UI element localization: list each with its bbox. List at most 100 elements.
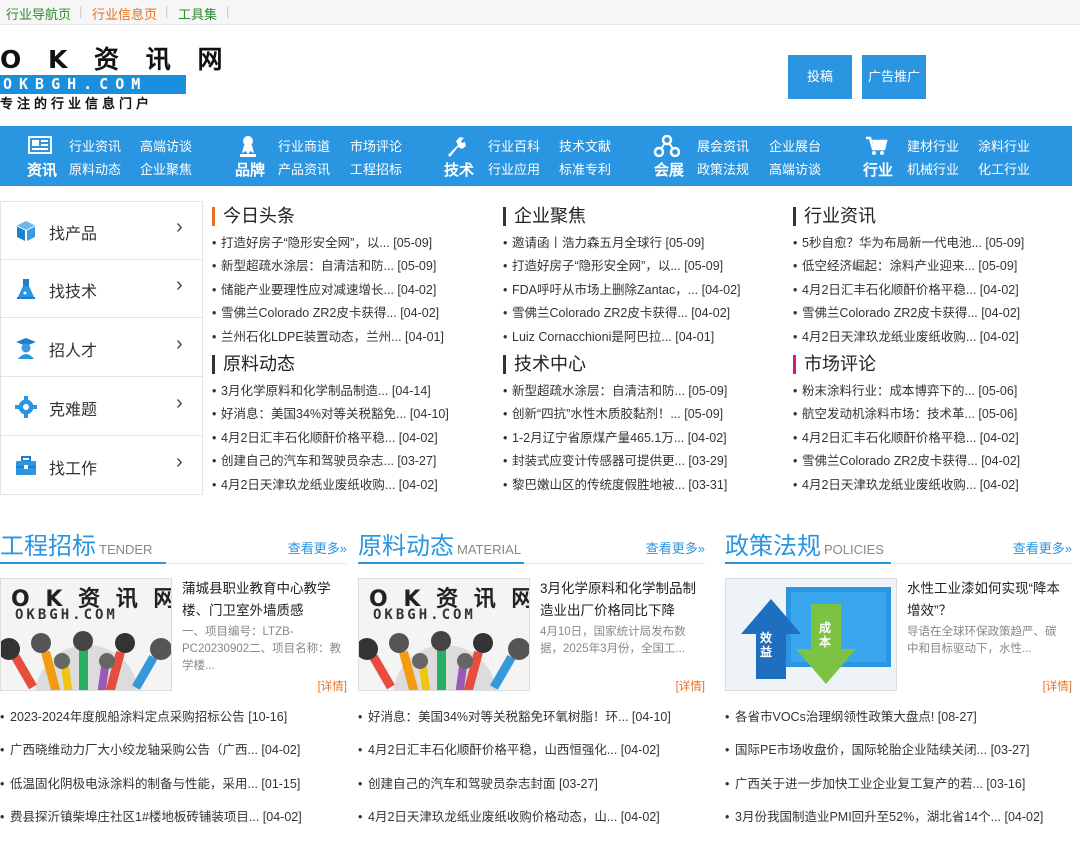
sidebar-item-find-job[interactable]: 找工作 › [1,437,202,495]
news-item[interactable]: FDA呼吁从市场上删除Zantac，... [04-02] [503,279,773,302]
news-item[interactable]: 雪佛兰Colorado ZR2皮卡获得... [04-02] [793,302,1063,325]
list-item[interactable]: 4月2日天津玖龙纸业废纸收购价格动态，山... [04-02] [358,807,705,840]
submit-article-button[interactable]: 投稿 [788,55,852,99]
news-item[interactable]: 1-2月辽宁省原煤产量465.1万... [04-02] [503,427,773,450]
news-item[interactable]: 3月化学原料和化学制品制造... [04-14] [212,380,482,403]
top-link-industry-info[interactable]: 行业信息页 [92,4,157,23]
news-item[interactable]: 雪佛兰Colorado ZR2皮卡获得... [04-02] [212,302,482,325]
sidebar-item-find-tech[interactable]: 找技术 › [1,260,202,318]
news-item[interactable]: 低空经济崛起：涂料产业迎来... [05-09] [793,255,1063,278]
nav-category[interactable]: 会展 [652,159,686,180]
news-item[interactable]: 航空发动机涂料市场：技术革... [05-06] [793,403,1063,426]
sidebar-item-find-product[interactable]: 找产品 › [1,202,202,260]
advertise-button[interactable]: 广告推广 [862,55,926,99]
news-item[interactable]: Luiz Cornacchioni是阿巴拉... [04-01] [503,326,773,349]
list-item[interactable]: 各省市VOCs治理纲领性政策大盘点! [08-27] [725,707,1072,740]
list-item[interactable]: 低温固化阴极电泳涂料的制备与性能，采用... [01-15] [0,774,347,807]
section-title[interactable]: 工程招标 TENDER [0,526,152,561]
top-link-tools[interactable]: 工具集 [178,4,217,23]
news-item[interactable]: 雪佛兰Colorado ZR2皮卡获得... [04-02] [503,302,773,325]
news-block-title[interactable]: 技术中心 [503,353,773,375]
news-item[interactable]: 黎巴嫩山区的传统度假胜地被... [03-31] [503,474,773,497]
nav-item[interactable]: 工程招标 [350,159,402,178]
sidebar-item-solve-problem[interactable]: 克难题 › [1,378,202,436]
list-item[interactable]: 3月份我国制造业PMI回升至52%，湖北省14个... [04-02] [725,807,1072,840]
news-item[interactable]: 创新“四抗”水性木质胶黏剂！... [05-09] [503,403,773,426]
nav-item[interactable]: 标准专利 [559,159,611,178]
featured-thumbnail[interactable]: O K 资 讯 网 OKBGH.COM [358,578,530,691]
view-more-link[interactable]: 查看更多» [288,538,347,557]
news-item[interactable]: 封装式应变计传感器可提供更... [03-29] [503,450,773,473]
nav-category[interactable]: 品牌 [233,159,267,180]
news-block-title[interactable]: 原料动态 [212,353,482,375]
news-block-title[interactable]: 行业资讯 [793,205,1063,227]
news-item[interactable]: 新型超疏水涂层：自清洁和防... [05-09] [503,380,773,403]
nav-item[interactable]: 行业百科 [488,136,540,155]
nav-category[interactable]: 行业 [861,159,895,180]
nav-category[interactable]: 资讯 [25,159,59,180]
news-block-title[interactable]: 企业聚焦 [503,205,773,227]
nav-item[interactable]: 产品资讯 [278,159,330,178]
details-link[interactable]: [详情] [1043,678,1072,694]
nav-item[interactable]: 高端访谈 [769,159,821,178]
news-item[interactable]: 雪佛兰Colorado ZR2皮卡获得... [04-02] [793,450,1063,473]
view-more-link[interactable]: 查看更多» [646,538,705,557]
list-item[interactable]: 好消息：美国34%对等关税豁免环氧树脂！环... [04-10] [358,707,705,740]
nav-item[interactable]: 建材行业 [907,136,959,155]
news-item[interactable]: 兰州石化LDPE装置动态，兰州... [04-01] [212,326,482,349]
thumb-logo-domain: OKBGH.COM [15,607,118,623]
list-item[interactable]: 费县探沂镇柴埠庄社区1#楼地板砖铺装项目... [04-02] [0,807,347,840]
list-item[interactable]: 创建自己的汽车和驾驶员杂志封面 [03-27] [358,774,705,807]
featured-title[interactable]: 水性工业漆如何实现“降本增效”？ [907,578,1067,622]
news-item[interactable]: 储能产业要理性应对减速增长... [04-02] [212,279,482,302]
sidebar-item-find-talent[interactable]: 招人才 › [1,319,202,377]
news-item[interactable]: 邀请函丨浩力森五月全球行 [05-09] [503,232,773,255]
nav-item[interactable]: 化工行业 [978,159,1030,178]
list-item[interactable]: 4月2日汇丰石化顺酐价格平稳，山西恒强化... [04-02] [358,740,705,773]
nav-item[interactable]: 机械行业 [907,159,959,178]
list-item[interactable]: 广西晓维动力厂大小绞龙轴采购公告（广西... [04-02] [0,740,347,773]
nav-item[interactable]: 高端访谈 [140,136,192,155]
nav-item[interactable]: 企业展台 [769,136,821,155]
nav-category[interactable]: 技术 [442,159,476,180]
nav-item[interactable]: 行业商道 [278,136,330,155]
details-link[interactable]: [详情] [318,678,347,694]
view-more-link[interactable]: 查看更多» [1013,538,1072,557]
nav-item[interactable]: 技术文献 [559,136,611,155]
nav-item[interactable]: 企业聚焦 [140,159,192,178]
nav-item[interactable]: 行业应用 [488,159,540,178]
news-block-title[interactable]: 市场评论 [793,353,1063,375]
news-item[interactable]: 4月2日汇丰石化顺酐价格平稳... [04-02] [212,427,482,450]
nav-item[interactable]: 行业资讯 [69,136,121,155]
news-item[interactable]: 打造好房子“隐形安全网”，以... [05-09] [503,255,773,278]
details-link[interactable]: [详情] [676,678,705,694]
site-logo[interactable]: O K 资 讯 网 OKBGH.COM 专注的行业信息门户 [0,46,222,116]
news-item[interactable]: 粉末涂料行业：成本博弈下的... [05-06] [793,380,1063,403]
news-block-title[interactable]: 今日头条 [212,205,482,227]
news-item[interactable]: 4月2日天津玖龙纸业废纸收购... [04-02] [212,474,482,497]
top-link-industry-nav[interactable]: 行业导航页 [6,4,71,23]
news-item[interactable]: 4月2日汇丰石化顺酐价格平稳... [04-02] [793,279,1063,302]
news-item[interactable]: 4月2日天津玖龙纸业废纸收购... [04-02] [793,474,1063,497]
news-item[interactable]: 好消息：美国34%对等关税豁免... [04-10] [212,403,482,426]
list-item[interactable]: 广西关于进一步加快工业企业复工复产的若... [03-16] [725,774,1072,807]
news-item[interactable]: 新型超疏水涂层：自清洁和防... [05-09] [212,255,482,278]
nav-item[interactable]: 原料动态 [69,159,121,178]
section-title[interactable]: 原料动态 MATERIAL [358,526,521,561]
nav-item[interactable]: 涂料行业 [978,136,1030,155]
section-title[interactable]: 政策法规 POLICIES [725,526,884,561]
news-item[interactable]: 创建自己的汽车和驾驶员杂志... [03-27] [212,450,482,473]
nav-item[interactable]: 市场评论 [350,136,402,155]
nav-item[interactable]: 政策法规 [697,159,749,178]
featured-thumbnail[interactable]: 效益 成本 [725,578,897,691]
nav-item[interactable]: 展会资讯 [697,136,749,155]
featured-title[interactable]: 蒲城县职业教育中心教学楼、门卫室外墙质感 [182,578,342,622]
news-item[interactable]: 4月2日汇丰石化顺酐价格平稳... [04-02] [793,427,1063,450]
news-item[interactable]: 打造好房子“隐形安全网”，以... [05-09] [212,232,482,255]
news-item[interactable]: 4月2日天津玖龙纸业废纸收购... [04-02] [793,326,1063,349]
featured-title[interactable]: 3月化学原料和化学制品制造业出厂价格同比下降 [540,578,700,622]
news-item[interactable]: 5秒自愈？华为布局新一代电池... [05-09] [793,232,1063,255]
featured-thumbnail[interactable]: O K 资 讯 网 OKBGH.COM [0,578,172,691]
list-item[interactable]: 2023-2024年度舰船涂料定点采购招标公告 [10-16] [0,707,347,740]
list-item[interactable]: 国际PE市场收盘价，国际轮胎企业陆续关闭... [03-27] [725,740,1072,773]
